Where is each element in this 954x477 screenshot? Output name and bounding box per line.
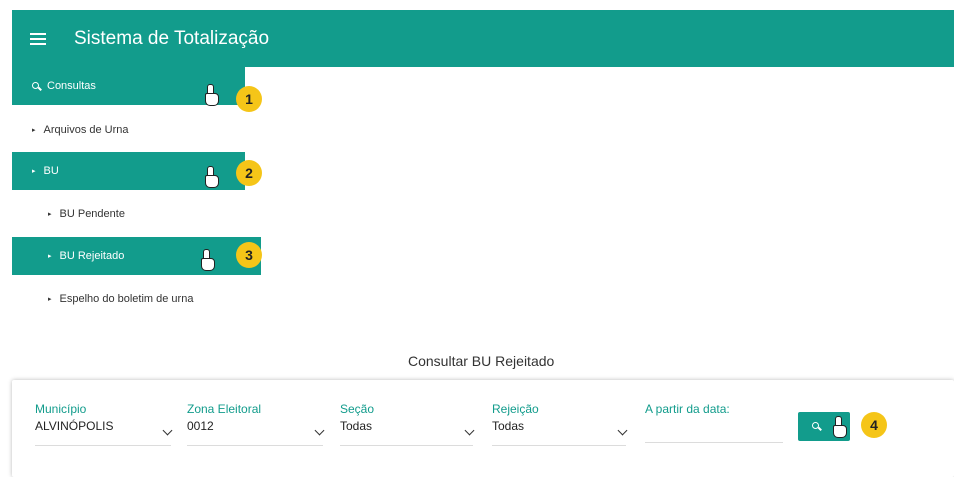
bullet-icon: ▸ — [32, 127, 36, 134]
field-label: Rejeição — [492, 402, 539, 416]
bullet-icon: ▸ — [48, 253, 52, 260]
app-header: Sistema de Totalização — [12, 10, 954, 67]
menu-item-bu-pendente[interactable]: ▸ BU Pendente — [12, 195, 261, 233]
pointer-hand-icon — [198, 249, 216, 271]
step-badge: 2 — [236, 160, 262, 186]
field-value: Todas — [340, 419, 373, 433]
field-value: 0012 — [187, 419, 214, 433]
menu-item-arquivos-de-urna[interactable]: ▸ Arquivos de Urna — [12, 111, 245, 149]
bullet-icon: ▸ — [48, 211, 52, 218]
menu-icon[interactable] — [30, 32, 46, 45]
bullet-icon: ▸ — [48, 296, 52, 303]
menu-item-espelho[interactable]: ▸ Espelho do boletim de urna — [12, 280, 261, 318]
data-inicio-input[interactable]: A partir da data: — [645, 402, 783, 443]
secao-select[interactable]: Seção Todas — [340, 402, 475, 446]
step-badge: 4 — [861, 412, 887, 438]
bullet-icon: ▸ — [32, 168, 36, 175]
menu-item-label: BU Rejeitado — [59, 250, 125, 262]
field-label: Seção — [340, 402, 375, 416]
page-title: Consultar BU Rejeitado — [408, 353, 555, 369]
field-label: Município — [35, 402, 87, 416]
menu-item-label: BU Pendente — [59, 208, 125, 220]
step-badge: 3 — [236, 242, 262, 268]
filter-panel: Município ALVINÓPOLIS Zona Eleitoral 001… — [12, 380, 954, 477]
pointer-hand-icon — [202, 84, 220, 106]
municipio-select[interactable]: Município ALVINÓPOLIS — [35, 402, 173, 446]
menu-item-label: Arquivos de Urna — [43, 124, 129, 136]
pointer-hand-icon — [202, 166, 220, 188]
menu-item-label: Consultas — [47, 80, 96, 92]
field-value: Todas — [492, 419, 525, 433]
field-value: ALVINÓPOLIS — [35, 419, 114, 433]
app-title: Sistema de Totalização — [74, 27, 270, 49]
search-icon — [812, 422, 821, 431]
menu-item-bu-rejeitado[interactable]: ▸ BU Rejeitado — [12, 237, 261, 275]
menu-item-label: BU — [43, 165, 59, 177]
search-icon — [32, 81, 41, 91]
zona-eleitoral-select[interactable]: Zona Eleitoral 0012 — [187, 402, 325, 446]
pointer-hand-icon — [830, 416, 848, 438]
menu-item-label: Espelho do boletim de urna — [59, 293, 194, 305]
field-label: Zona Eleitoral — [187, 402, 262, 416]
field-label: A partir da data: — [645, 402, 730, 416]
rejeicao-select[interactable]: Rejeição Todas — [492, 402, 628, 446]
step-badge: 1 — [236, 86, 262, 112]
